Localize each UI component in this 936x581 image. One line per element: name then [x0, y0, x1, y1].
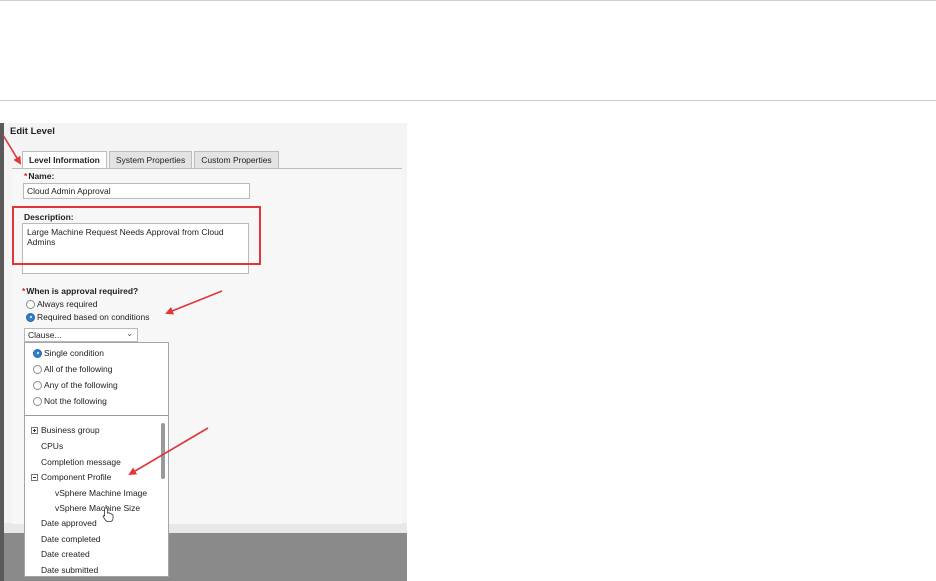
radio-button[interactable] [33, 364, 42, 374]
clause-dropdown: Single condition All of the following An… [24, 342, 169, 577]
collapse-icon[interactable] [31, 473, 38, 481]
list-item-vsphere-machine-size[interactable]: vSphere Machine Size [55, 503, 140, 513]
option-label: All of the following [44, 364, 113, 374]
list-item-business-group[interactable]: Business group [31, 425, 100, 435]
radio-button[interactable] [33, 396, 42, 406]
radio-button[interactable] [33, 380, 42, 390]
clause-option-any[interactable]: Any of the following [33, 380, 118, 390]
radio-button-selected[interactable] [33, 348, 42, 358]
screenshot-figure: Edit Level Level Information System Prop… [0, 123, 407, 581]
option-label: Not the following [44, 396, 107, 406]
approval-question: *When is approval required? [22, 286, 138, 296]
option-label: Single condition [44, 348, 105, 358]
option-label: Any of the following [44, 380, 118, 390]
clause-option-not[interactable]: Not the following [33, 396, 107, 406]
dropdown-scrollbar[interactable] [161, 423, 165, 479]
dialog-title: Edit Level [10, 126, 55, 137]
radio-button-selected[interactable] [26, 312, 35, 322]
clause-select[interactable]: Clause... ⌄ [24, 328, 138, 342]
top-divider [0, 0, 936, 1]
clause-option-single[interactable]: Single condition [33, 348, 104, 358]
radio-label: Always required [37, 299, 98, 309]
tab-bar: Level Information System Properties Cust… [22, 151, 281, 170]
list-item-date-approved[interactable]: Date approved [41, 518, 97, 528]
list-item-completion-message[interactable]: Completion message [41, 457, 121, 467]
list-item-date-submitted[interactable]: Date submitted [41, 565, 98, 575]
list-item-date-created[interactable]: Date created [41, 549, 90, 559]
required-mark: * [24, 171, 28, 181]
radio-required-conditions[interactable]: Required based on conditions [26, 312, 149, 322]
name-field[interactable]: Cloud Admin Approval [23, 183, 250, 199]
description-highlight-box [12, 206, 261, 265]
required-mark: * [22, 286, 26, 296]
list-item-cpus[interactable]: CPUs [41, 441, 63, 451]
radio-always-required[interactable]: Always required [26, 299, 97, 309]
clause-option-all[interactable]: All of the following [33, 364, 113, 374]
list-item-date-completed[interactable]: Date completed [41, 534, 101, 544]
section-divider [0, 100, 936, 101]
radio-button[interactable] [26, 299, 35, 309]
chevron-down-icon: ⌄ [126, 329, 133, 338]
dropdown-divider [25, 415, 168, 416]
list-item-label: Component Profile [41, 472, 112, 482]
list-item-label: Business group [41, 425, 100, 435]
approval-question-text: When is approval required? [26, 286, 139, 296]
expand-icon[interactable] [31, 426, 38, 434]
name-label: *Name: [24, 171, 54, 181]
list-item-component-profile[interactable]: Component Profile [31, 472, 111, 482]
list-item-vsphere-machine-image[interactable]: vSphere Machine Image [55, 488, 147, 498]
clause-select-value: Clause... [28, 330, 62, 340]
name-label-text: Name: [28, 171, 55, 181]
radio-label: Required based on conditions [37, 312, 150, 322]
